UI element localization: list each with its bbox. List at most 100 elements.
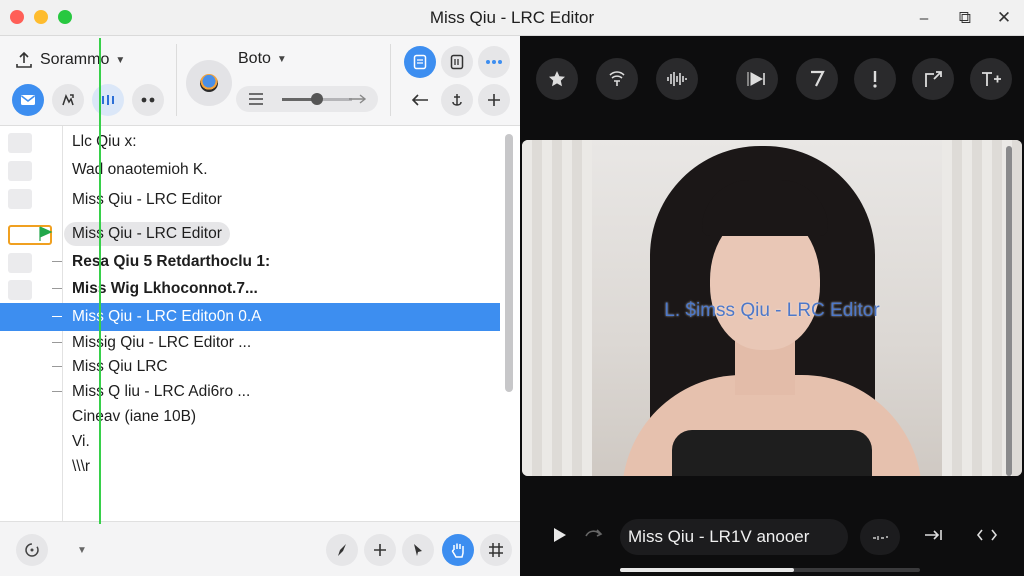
text-plus-icon (980, 70, 1002, 88)
text-size-button[interactable] (970, 58, 1012, 100)
list-item[interactable]: Miss Wig Lkhoconnot.7... (0, 277, 500, 301)
more-options-button[interactable] (478, 46, 510, 78)
lyric-text: Wad onaotemioh K. (72, 161, 208, 178)
list-item[interactable]: Miss Qiu - LRC Editor (0, 188, 500, 212)
mini-controls-button[interactable] (860, 519, 900, 555)
minimize-window-button[interactable] (34, 10, 48, 24)
sync-icon (23, 541, 41, 559)
video-subject (672, 430, 872, 476)
slider-thumb[interactable] (311, 93, 323, 105)
play-next-button[interactable] (736, 58, 778, 100)
video-scrollbar[interactable] (1006, 146, 1012, 476)
restore-icon[interactable]: ⧉ (953, 6, 977, 30)
lyrics-view-button[interactable] (404, 46, 436, 78)
list-item[interactable]: Resa Qiu 5 Retdarthoclu 1: (0, 250, 500, 274)
favorite-button[interactable] (536, 58, 578, 100)
mail-icon (20, 93, 36, 107)
lyric-text: Resa Qiu 5 Retdarthoclu 1: (72, 253, 271, 270)
video-frame[interactable]: L. $imss Qiu - LRC Editor (522, 140, 1022, 476)
add-line-button[interactable] (364, 534, 396, 566)
close-window-button[interactable] (10, 10, 24, 24)
lyrics-scrollbar[interactable] (505, 134, 513, 392)
arrow-left-icon (411, 93, 429, 107)
play-icon[interactable] (552, 526, 568, 544)
marker-button[interactable] (854, 58, 896, 100)
audio-levels-button[interactable] (656, 58, 698, 100)
timeline-tick (52, 391, 62, 392)
zoom-window-button[interactable] (58, 10, 72, 24)
menu-lines-icon (248, 92, 264, 106)
minimize-icon[interactable]: ⎯ (912, 6, 936, 30)
timeline-tick (52, 366, 62, 367)
cursor-tool-button[interactable] (402, 534, 434, 566)
waveform-icon (100, 93, 116, 107)
list-item[interactable]: Miss Qiu LRC (0, 355, 500, 379)
avatar[interactable] (186, 60, 232, 106)
chevron-down-icon: ▼ (77, 544, 87, 556)
hand-tool-button[interactable] (442, 534, 474, 566)
play-forward-icon (746, 70, 768, 88)
hand-icon (450, 541, 466, 559)
timing-seven-button[interactable] (796, 58, 838, 100)
seven-icon (809, 70, 825, 88)
volume-slider[interactable] (236, 86, 378, 112)
file-info-button[interactable] (441, 46, 473, 78)
list-item[interactable]: Miss Qiu - LRC Editor (0, 222, 500, 246)
sync-button[interactable] (16, 534, 48, 566)
profile-select[interactable]: Boto ▼ (238, 50, 287, 68)
lyric-text: Miss Qiu - LRC Editor (64, 222, 230, 246)
file-icon (450, 54, 464, 70)
player-controls: Miss Qiu - LR1V anooer (520, 506, 1024, 576)
pointer-icon (411, 542, 425, 558)
anchor-button[interactable] (441, 84, 473, 116)
lyric-text: Cineav (iane 10B) (72, 408, 197, 425)
lyric-text: Vi. (72, 433, 90, 450)
anchor-icon (449, 92, 465, 108)
close-icon[interactable]: ✕ (992, 6, 1016, 30)
title-bar: Miss Qiu - LRC Editor ⎯ ⧉ ✕ (0, 0, 1024, 36)
broadcast-icon (606, 69, 628, 89)
step-forward-icon[interactable] (924, 528, 944, 542)
source-select[interactable]: Sorammo ▼ (14, 50, 125, 70)
lyric-text: Miss Qiu LRC (72, 358, 168, 375)
list-item[interactable]: Llc Qiu x: (0, 130, 500, 154)
back-button[interactable] (404, 84, 436, 116)
repeat-icon[interactable] (584, 526, 608, 542)
playhead-line[interactable] (99, 38, 101, 524)
fullscreen-icon[interactable] (976, 528, 998, 542)
selected-list-item[interactable]: Miss Qiu - LRC Edito0n 0.A (0, 303, 500, 331)
more-dots-icon (485, 59, 503, 65)
list-item[interactable]: Wad onaotemioh K. (0, 158, 500, 182)
list-item[interactable]: Missig Qiu - LRC Editor ... (0, 331, 500, 355)
lyric-text: Llc Qiu x: (72, 133, 137, 150)
broadcast-button[interactable] (596, 58, 638, 100)
lyric-text: \\\r (72, 458, 91, 475)
list-item[interactable]: Vi. (0, 430, 500, 454)
add-button[interactable] (478, 84, 510, 116)
hash-icon (488, 542, 504, 558)
mail-button[interactable] (12, 84, 44, 116)
split-tool-button[interactable] (52, 84, 84, 116)
video-preview-pane: L. $imss Qiu - LRC Editor Miss Qiu - LR1… (520, 36, 1024, 576)
dots-icon (140, 96, 156, 104)
pen-icon (335, 542, 349, 558)
list-item[interactable]: Cineav (iane 10B) (0, 405, 500, 429)
export-button[interactable] (912, 58, 954, 100)
profile-select-label: Boto (238, 50, 271, 67)
export-icon (923, 70, 943, 88)
pen-tool-button[interactable] (326, 534, 358, 566)
lyric-text: Miss Qiu - LRC Editor (72, 191, 222, 208)
collapse-button[interactable]: ▼ (66, 534, 98, 566)
grid-tool-button[interactable] (480, 534, 512, 566)
plus-icon (373, 543, 387, 557)
waveform-button[interactable] (92, 84, 124, 116)
timeline-tick (52, 316, 62, 317)
lyric-caption: L. $imss Qiu - LRC Editor (664, 300, 880, 321)
window-title: Miss Qiu - LRC Editor (429, 8, 595, 27)
chevron-down-icon: ▼ (276, 53, 287, 65)
playback-progress[interactable] (620, 568, 920, 572)
list-item[interactable]: \\\r (0, 455, 500, 479)
more-dots-button[interactable] (132, 84, 164, 116)
list-item[interactable]: Miss Q liu - LRC Adi6ro ... (0, 380, 500, 404)
document-icon (413, 54, 427, 70)
